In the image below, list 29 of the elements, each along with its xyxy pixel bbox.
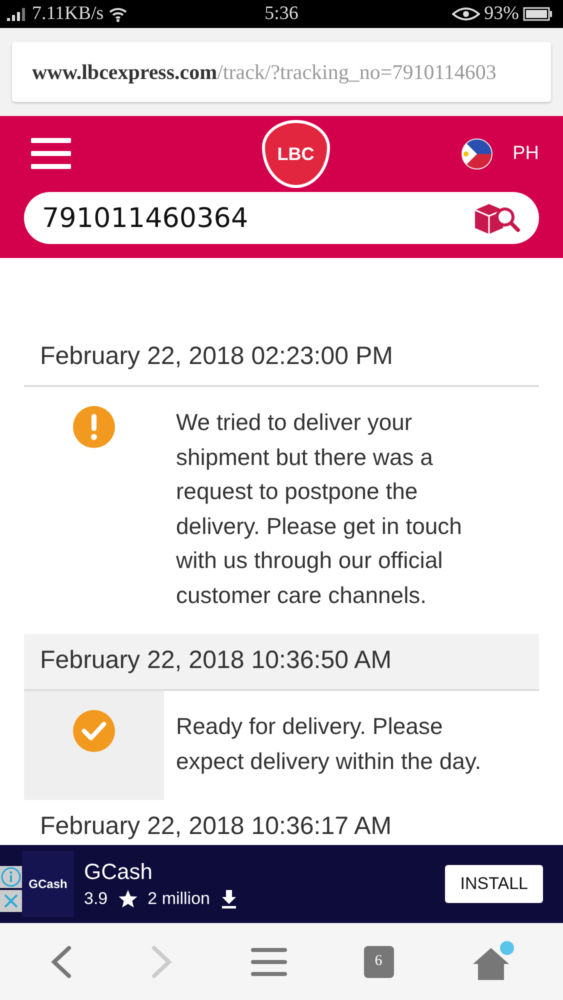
star-icon [118, 889, 138, 909]
network-speed: 7.11KB/s [32, 3, 104, 25]
checkmark-icon [72, 709, 116, 753]
menu-icon[interactable] [250, 948, 286, 976]
battery-level: 93% [484, 3, 519, 25]
install-button[interactable]: INSTALL [445, 865, 543, 903]
eye-icon [452, 7, 480, 21]
exclamation-icon [72, 405, 116, 449]
tabs-button[interactable]: 6 [364, 946, 394, 978]
event-date-header: February 22, 2018 10:36:50 AM [24, 634, 539, 691]
signal-icon [6, 7, 28, 21]
logo[interactable]: LBC [262, 120, 330, 188]
wifi-icon [108, 6, 128, 22]
battery-icon [523, 7, 553, 21]
event-message: Ready for delivery. Please expect delivery within the day. [176, 712, 482, 776]
tracking-search-field[interactable]: 791011460364 [24, 192, 539, 244]
back-icon[interactable] [48, 944, 72, 978]
event-message: We tried to deliver your shipment but there was a request to postpone the delivery. Please get in touch with us through our official customer care channels. [176, 408, 463, 610]
menu-icon[interactable] [31, 138, 71, 170]
clock: 5:36 [264, 3, 298, 25]
download-icon [220, 889, 238, 909]
address-bar[interactable]: www.lbcexpress.com/track/?tracking_no=7910114603 [12, 42, 551, 102]
flag-icon[interactable] [460, 138, 493, 170]
app-rating: 3.9 [84, 889, 108, 909]
app-logo[interactable]: GCash [22, 851, 74, 917]
app-name: GCash [84, 859, 154, 885]
country-label[interactable]: PH [512, 143, 539, 165]
install-count: 2 million [148, 889, 210, 909]
ad-banner[interactable]: GCash GCash 3.9 2 million INSTALL [0, 845, 563, 923]
